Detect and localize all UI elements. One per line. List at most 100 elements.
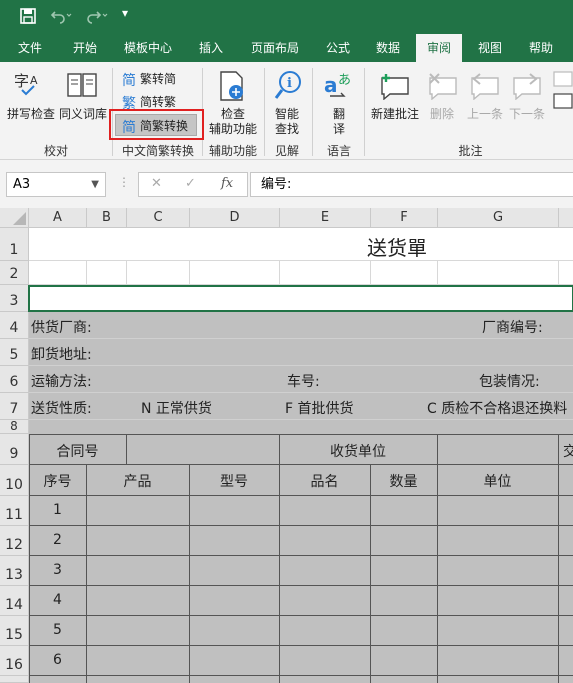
row-header-7[interactable]: 7 bbox=[0, 393, 29, 420]
column-header-e[interactable]: E bbox=[280, 208, 371, 228]
row-header-4[interactable]: 4 bbox=[0, 312, 29, 339]
check-label-2: 辅助功能 bbox=[208, 122, 257, 136]
table-border bbox=[126, 434, 127, 465]
tab-view[interactable]: 视图 bbox=[468, 34, 512, 62]
ribbon-separator bbox=[364, 68, 365, 156]
row-header-11[interactable]: 11 bbox=[0, 496, 29, 526]
row-header-2[interactable]: 2 bbox=[0, 261, 29, 285]
seq-cell: 1 bbox=[53, 502, 62, 518]
row-header-14[interactable]: 14 bbox=[0, 586, 29, 616]
col-line bbox=[86, 261, 87, 285]
row-header-5[interactable]: 5 bbox=[0, 339, 29, 366]
table-border bbox=[29, 555, 573, 556]
column-header-f[interactable]: F bbox=[371, 208, 438, 228]
seq-cell: 2 bbox=[53, 532, 62, 548]
redo-icon[interactable] bbox=[86, 8, 108, 28]
row-header-3[interactable]: 3 bbox=[0, 285, 29, 312]
spell-check-button[interactable]: 拼写检查 bbox=[4, 107, 58, 122]
trad-to-simp-button[interactable]: 繁转简 bbox=[140, 72, 182, 87]
column-header-a[interactable]: A bbox=[29, 208, 87, 228]
table-border bbox=[29, 585, 573, 586]
next-comment-button[interactable]: 下一条 bbox=[506, 107, 548, 122]
column-header-h[interactable] bbox=[559, 208, 573, 228]
tab-formulas[interactable]: 公式 bbox=[316, 34, 360, 62]
table-border bbox=[29, 464, 573, 465]
tab-insert[interactable]: 插入 bbox=[188, 34, 234, 62]
row-header-13[interactable]: 13 bbox=[0, 556, 29, 586]
formula-bar-area: A3 ▼ ⋮ ✕ ✓ fx 编号: bbox=[0, 160, 573, 208]
insert-function-icon[interactable]: fx bbox=[221, 176, 233, 191]
option-normal-supply: N 正常供货 bbox=[141, 401, 212, 417]
row-header-8[interactable]: 8 bbox=[0, 419, 29, 434]
tab-file[interactable]: 文件 bbox=[6, 34, 54, 62]
cell-area[interactable]: 送货單 供货厂商: 厂商编号: 卸货地址: 运输方法: 车号: 包装情况: 送货… bbox=[28, 228, 573, 683]
delete-comment-button[interactable]: 删除 bbox=[424, 107, 460, 122]
ribbon-separator bbox=[312, 68, 313, 156]
previous-comment-icon bbox=[470, 72, 500, 103]
svg-text:i: i bbox=[287, 76, 292, 91]
table-border bbox=[189, 465, 190, 683]
undo-icon[interactable] bbox=[50, 8, 72, 28]
selected-cell-a3[interactable] bbox=[28, 285, 573, 312]
row-header-6[interactable]: 6 bbox=[0, 366, 29, 393]
previous-comment-button[interactable]: 上一条 bbox=[464, 107, 506, 122]
spreadsheet-grid: A B C D E F G 1 2 3 4 5 6 7 8 9 10 11 12… bbox=[0, 208, 573, 683]
tab-data[interactable]: 数据 bbox=[366, 34, 410, 62]
table-border bbox=[29, 525, 573, 526]
new-comment-button[interactable]: 新建批注 bbox=[368, 107, 422, 122]
table-border bbox=[370, 465, 371, 683]
column-header-d[interactable]: D bbox=[190, 208, 280, 228]
seq-cell: 4 bbox=[53, 592, 62, 608]
customize-toolbar-icon[interactable]: ▾ bbox=[122, 6, 128, 20]
thesaurus-button[interactable]: 同义词库 bbox=[58, 107, 108, 122]
chevron-down-icon[interactable]: ▼ bbox=[91, 173, 99, 196]
tab-help[interactable]: 帮助 bbox=[518, 34, 564, 62]
svg-text:a: a bbox=[324, 73, 338, 97]
row-line bbox=[29, 392, 573, 393]
spell-check-icon: 字A bbox=[14, 70, 44, 99]
option-first-supply: F 首批供货 bbox=[285, 401, 354, 417]
ribbon-separator bbox=[264, 68, 265, 156]
row-header-15[interactable]: 15 bbox=[0, 616, 29, 646]
column-header-c[interactable]: C bbox=[127, 208, 190, 228]
row-header-16[interactable]: 16 bbox=[0, 646, 29, 676]
tab-home[interactable]: 开始 bbox=[60, 34, 110, 62]
cancel-icon[interactable]: ✕ bbox=[151, 176, 162, 191]
row-header-10[interactable]: 10 bbox=[0, 465, 29, 496]
column-header-g[interactable]: G bbox=[438, 208, 559, 228]
header-product: 产品 bbox=[123, 474, 152, 490]
table-border bbox=[29, 675, 573, 676]
group-language-label: 语言 bbox=[326, 144, 351, 158]
translate-button[interactable]: 翻译 bbox=[316, 107, 362, 137]
row-header-9[interactable]: 9 bbox=[0, 434, 29, 465]
simp-to-trad-button[interactable]: 简转繁 bbox=[140, 95, 182, 110]
row-header-12[interactable]: 12 bbox=[0, 526, 29, 556]
smart-lookup-icon: i bbox=[274, 70, 304, 105]
column-header-b[interactable]: B bbox=[87, 208, 127, 228]
ribbon-review: 字A 拼写检查 同义词库 校对 简 繁转简 繁 简转繁 中文简繁转换 检查 辅助功… bbox=[0, 62, 573, 160]
show-comments-icon[interactable] bbox=[552, 70, 573, 113]
formula-buttons: ✕ ✓ fx bbox=[138, 172, 248, 197]
title-bar: ▾ bbox=[0, 0, 573, 34]
tab-templates[interactable]: 模板中心 bbox=[116, 34, 180, 62]
next-comment-icon bbox=[512, 72, 542, 103]
check-label: 检查 bbox=[220, 107, 245, 121]
svg-text:字: 字 bbox=[14, 72, 29, 90]
select-all-corner[interactable] bbox=[0, 208, 29, 228]
smart-label-2: 查找 bbox=[274, 122, 299, 136]
highlight-box bbox=[109, 109, 204, 140]
svg-text:A: A bbox=[30, 74, 38, 87]
translate-label: 翻 bbox=[332, 107, 345, 121]
supplier-code-label: 厂商编号: bbox=[482, 320, 543, 336]
enter-icon[interactable]: ✓ bbox=[185, 176, 196, 191]
sheet-title: 送货單 bbox=[367, 236, 427, 260]
tab-review[interactable]: 审阅 bbox=[416, 34, 462, 62]
table-border bbox=[86, 465, 87, 683]
row-header-1[interactable]: 1 bbox=[0, 228, 29, 261]
smart-lookup-button[interactable]: 智能 查找 bbox=[266, 107, 308, 137]
accessibility-check-button[interactable]: 检查 辅助功能 bbox=[206, 107, 260, 137]
save-icon[interactable] bbox=[20, 8, 36, 28]
formula-input[interactable]: 编号: bbox=[250, 172, 573, 197]
tab-page-layout[interactable]: 页面布局 bbox=[240, 34, 310, 62]
name-box[interactable]: A3 ▼ bbox=[6, 172, 106, 197]
